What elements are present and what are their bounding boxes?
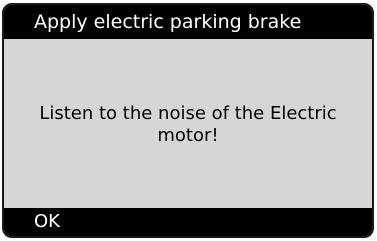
ok-button-label: OK: [34, 211, 60, 232]
title-bar: Apply electric parking brake: [4, 5, 372, 39]
scan-tool-screen: Apply electric parking brake Listen to t…: [2, 3, 374, 238]
ok-button[interactable]: OK: [4, 208, 372, 236]
message-area: Listen to the noise of the Electric moto…: [4, 39, 372, 204]
instruction-message: Listen to the noise of the Electric moto…: [39, 102, 337, 146]
screen-title: Apply electric parking brake: [34, 11, 302, 33]
